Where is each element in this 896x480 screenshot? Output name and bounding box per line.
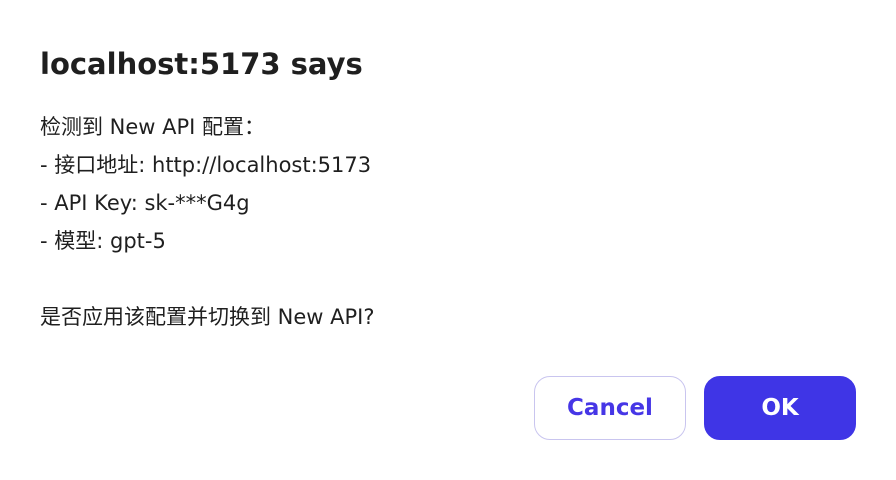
- ok-button[interactable]: OK: [704, 376, 856, 440]
- dialog-title: localhost:5173 says: [40, 47, 363, 81]
- dialog-message: 检测到 New API 配置： - 接口地址: http://localhost…: [40, 108, 375, 336]
- dialog-buttons: Cancel OK: [534, 376, 856, 440]
- cancel-button[interactable]: Cancel: [534, 376, 686, 440]
- message-line: - 接口地址: http://localhost:5173: [40, 153, 372, 177]
- message-line: - API Key: sk-***G4g: [40, 191, 250, 215]
- message-line: - 模型: gpt-5: [40, 229, 166, 253]
- message-line: 是否应用该配置并切换到 New API?: [40, 305, 375, 329]
- alert-dialog: localhost:5173 says 检测到 New API 配置： - 接口…: [0, 0, 896, 480]
- message-line: 检测到 New API 配置：: [40, 115, 266, 139]
